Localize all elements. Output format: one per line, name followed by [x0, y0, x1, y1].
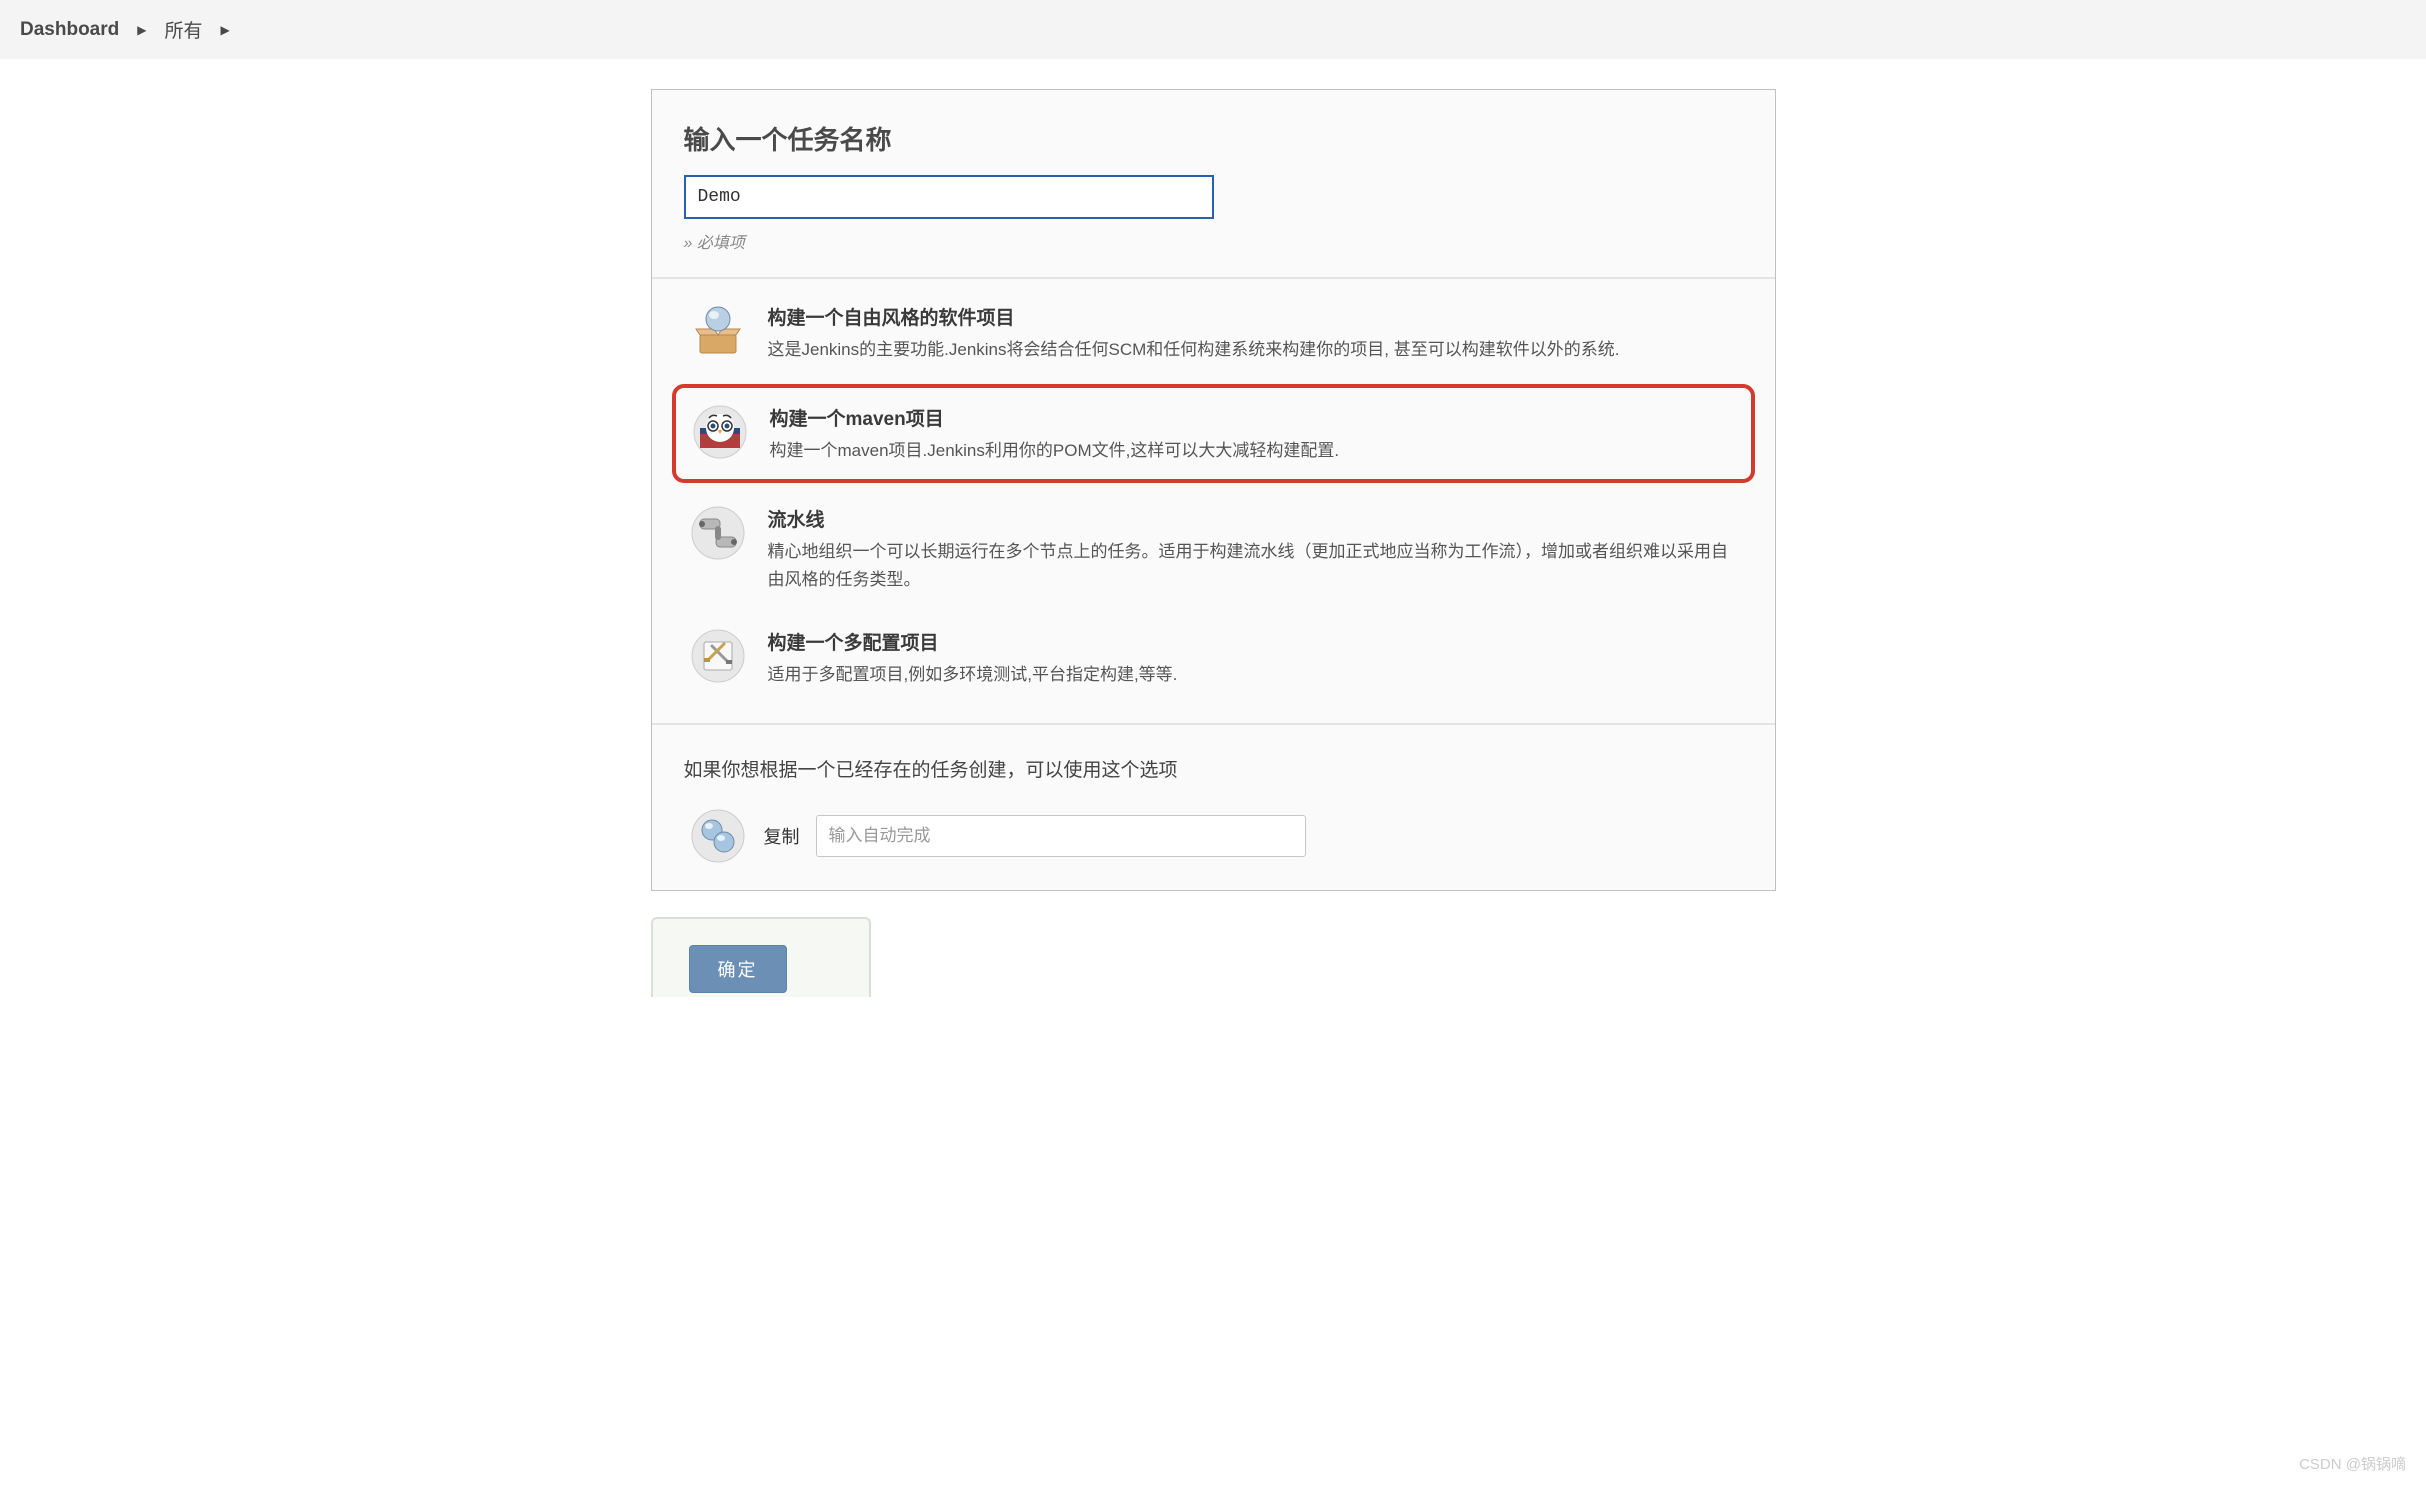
chevron-right-icon: ▶: [221, 23, 230, 37]
freestyle-icon: [688, 301, 748, 361]
breadcrumb-all[interactable]: 所有: [164, 16, 202, 43]
copy-section: 如果你想根据一个已经存在的任务创建，可以使用这个选项 复制: [652, 723, 1775, 890]
option-title: 构建一个自由风格的软件项目: [768, 303, 1743, 330]
option-multiconfig[interactable]: 构建一个多配置项目 适用于多配置项目,例如多环境测试,平台指定构建,等等.: [672, 610, 1755, 705]
copy-icon: [688, 806, 748, 866]
option-desc: 这是Jenkins的主要功能.Jenkins将会结合任何SCM和任何构建系统来构…: [768, 336, 1743, 364]
option-pipeline[interactable]: 流水线 精心地组织一个可以长期运行在多个节点上的任务。适用于构建流水线（更加正式…: [672, 487, 1755, 610]
copy-from-input[interactable]: [816, 815, 1306, 857]
option-title: 流水线: [768, 505, 1743, 532]
option-maven[interactable]: 构建一个maven项目 构建一个maven项目.Jenkins利用你的POM文件…: [672, 384, 1755, 483]
maven-icon: [690, 402, 750, 462]
footer-panel: 确定: [651, 917, 871, 997]
option-title: 构建一个maven项目: [770, 404, 1741, 431]
required-hint: » 必填项: [684, 229, 1743, 253]
item-type-list: 构建一个自由风格的软件项目 这是Jenkins的主要功能.Jenkins将会结合…: [652, 277, 1775, 723]
copy-row: 复制: [684, 806, 1743, 866]
option-desc: 适用于多配置项目,例如多环境测试,平台指定构建,等等.: [768, 661, 1743, 689]
option-title: 构建一个多配置项目: [768, 628, 1743, 655]
name-section: 输入一个任务名称 » 必填项: [652, 90, 1775, 277]
multiconfig-icon: [688, 626, 748, 686]
pipeline-icon: [688, 503, 748, 563]
watermark: CSDN @锅锅嘀: [2299, 1453, 2406, 1474]
breadcrumb-dashboard[interactable]: Dashboard: [20, 19, 119, 41]
item-name-input[interactable]: [684, 175, 1214, 219]
breadcrumb: Dashboard ▶ 所有 ▶: [0, 0, 2426, 59]
option-desc: 精心地组织一个可以长期运行在多个节点上的任务。适用于构建流水线（更加正式地应当称…: [768, 538, 1743, 594]
section-title: 输入一个任务名称: [684, 120, 1743, 157]
copy-label: 复制: [764, 823, 800, 849]
new-item-panel: 输入一个任务名称 » 必填项 构建一个自由风格的软件项目 这是Jen: [651, 89, 1776, 891]
ok-button[interactable]: 确定: [689, 945, 787, 993]
option-desc: 构建一个maven项目.Jenkins利用你的POM文件,这样可以大大减轻构建配…: [770, 437, 1741, 465]
option-freestyle[interactable]: 构建一个自由风格的软件项目 这是Jenkins的主要功能.Jenkins将会结合…: [672, 285, 1755, 380]
chevron-right-icon: ▶: [137, 23, 146, 37]
copy-hint: 如果你想根据一个已经存在的任务创建，可以使用这个选项: [684, 755, 1743, 782]
